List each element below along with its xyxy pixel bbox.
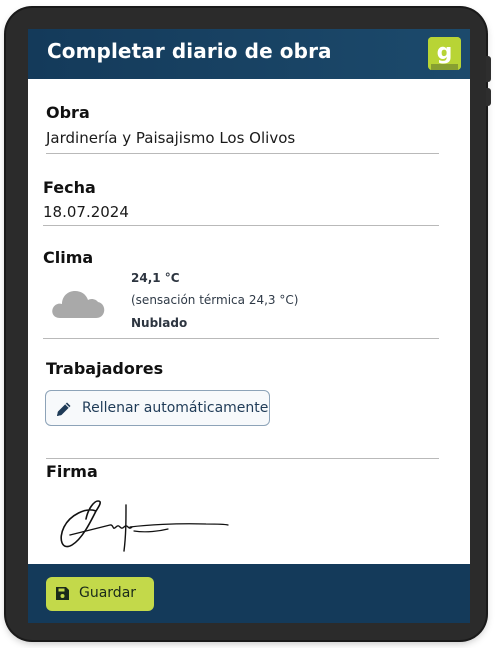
cloud-icon <box>50 282 106 320</box>
tablet-side-button <box>486 56 491 82</box>
divider <box>46 153 439 154</box>
app-screen: Completar diario de obra g Obra Jardiner… <box>28 29 470 623</box>
fecha-value: 18.07.2024 <box>43 203 129 221</box>
divider <box>46 458 439 459</box>
pencil-icon <box>57 402 71 416</box>
trabajadores-label: Trabajadores <box>46 359 164 378</box>
app-header: Completar diario de obra g <box>28 29 470 79</box>
obra-label: Obra <box>46 103 90 122</box>
weather-temperature: 24,1 °C <box>131 271 180 285</box>
clima-label: Clima <box>43 248 94 267</box>
weather-condition: Nublado <box>131 316 188 330</box>
save-button-label: Guardar <box>79 585 137 601</box>
fecha-label: Fecha <box>43 178 96 197</box>
autofill-button[interactable]: Rellenar automáticamente <box>45 390 270 426</box>
footer-bar: Guardar <box>28 564 470 623</box>
save-button[interactable]: Guardar <box>46 577 154 611</box>
floppy-disk-icon <box>56 587 69 600</box>
divider <box>43 225 439 226</box>
weather-feels-like: (sensación térmica 24,3 °C) <box>131 293 299 307</box>
firma-label: Firma <box>46 462 98 481</box>
tablet-side-button <box>486 88 491 106</box>
signature-image <box>56 491 236 557</box>
logo-letter: g <box>437 40 453 65</box>
divider <box>43 338 439 339</box>
app-logo: g <box>428 37 461 70</box>
obra-value: Jardinería y Paisajismo Los Olivos <box>46 129 296 147</box>
page-title: Completar diario de obra <box>47 39 332 63</box>
autofill-button-label: Rellenar automáticamente <box>82 400 269 416</box>
